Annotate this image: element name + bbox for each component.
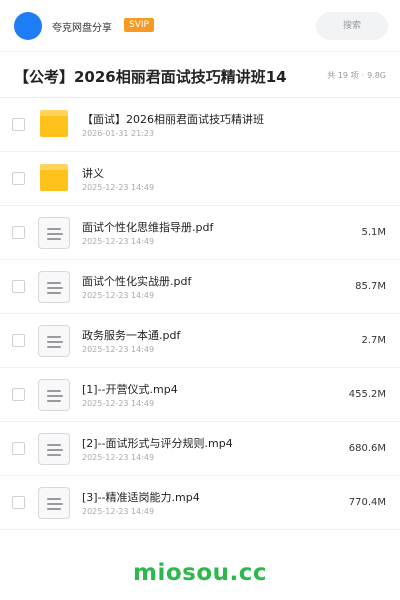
list-item[interactable]: 讲义 2025-12-23 14:49 — [0, 152, 400, 206]
document-icon — [38, 325, 70, 357]
file-name: 面试个性化实战册.pdf — [82, 275, 192, 288]
file-date: 2025-12-23 14:49 — [82, 237, 155, 246]
file-list: 【面试】2026相丽君面试技巧精讲班 2026-01-31 21:23 讲义 2… — [0, 98, 400, 530]
search-input[interactable]: 搜索 — [316, 12, 388, 40]
file-name: 面试个性化思维指导册.pdf — [82, 221, 214, 234]
brand-text: 夸克网盘分享 — [52, 23, 112, 34]
total-size: 9.8G — [367, 71, 386, 80]
meta-separator: · — [361, 71, 365, 80]
checkbox[interactable] — [12, 334, 25, 347]
checkbox[interactable] — [12, 118, 25, 131]
file-size: 680.6M — [348, 443, 386, 454]
document-icon — [38, 433, 70, 465]
file-date: 2025-12-23 14:49 — [82, 507, 155, 516]
list-item[interactable]: [2]--面试形式与评分规则.mp4 2025-12-23 14:49 680.… — [0, 422, 400, 476]
document-icon — [38, 217, 70, 249]
document-icon — [38, 271, 70, 303]
list-item[interactable]: 面试个性化实战册.pdf 2025-12-23 14:49 85.7M — [0, 260, 400, 314]
item-count: 共 19 项 — [327, 71, 359, 80]
file-name: 政务服务一本通.pdf — [82, 329, 181, 342]
list-item[interactable]: 政务服务一本通.pdf 2025-12-23 14:49 2.7M — [0, 314, 400, 368]
file-size: 2.7M — [361, 335, 386, 346]
file-date: 2025-12-23 14:49 — [82, 453, 155, 462]
file-size: 5.1M — [361, 227, 386, 238]
file-name: [3]--精准适岗能力.mp4 — [82, 491, 200, 504]
document-icon — [38, 379, 70, 411]
file-name: 讲义 — [82, 167, 104, 180]
list-item[interactable]: [1]--开营仪式.mp4 2025-12-23 14:49 455.2M — [0, 368, 400, 422]
file-size: 455.2M — [348, 389, 386, 400]
file-name: [1]--开营仪式.mp4 — [82, 383, 178, 396]
list-item[interactable]: [3]--精准适岗能力.mp4 2025-12-23 14:49 770.4M — [0, 476, 400, 530]
page-title: 【公考】2026相丽君面试技巧精讲班14 — [14, 68, 287, 86]
folder-icon — [38, 163, 70, 195]
watermark: miosou.cc — [132, 560, 268, 586]
checkbox[interactable] — [12, 226, 25, 239]
document-icon — [38, 487, 70, 519]
list-item[interactable]: 面试个性化思维指导册.pdf 2025-12-23 14:49 5.1M — [0, 206, 400, 260]
svip-badge[interactable]: SVIP — [124, 18, 154, 32]
checkbox[interactable] — [12, 496, 25, 509]
folder-icon — [38, 109, 70, 141]
file-name: 【面试】2026相丽君面试技巧精讲班 — [82, 113, 264, 126]
file-size: 85.7M — [355, 281, 386, 292]
folder-title-bar: 【公考】2026相丽君面试技巧精讲班14 共 19 项 · 9.8G — [0, 52, 400, 98]
checkbox[interactable] — [12, 442, 25, 455]
file-date: 2025-12-23 14:49 — [82, 399, 155, 408]
file-name: [2]--面试形式与评分规则.mp4 — [82, 437, 233, 450]
list-item[interactable]: 【面试】2026相丽君面试技巧精讲班 2026-01-31 21:23 — [0, 98, 400, 152]
avatar[interactable] — [14, 12, 42, 40]
file-date: 2025-12-23 14:49 — [82, 345, 155, 354]
checkbox[interactable] — [12, 388, 25, 401]
file-date: 2025-12-23 14:49 — [82, 183, 155, 192]
checkbox[interactable] — [12, 172, 25, 185]
folder-meta: 共 19 项 · 9.8G — [327, 70, 386, 81]
file-size: 770.4M — [348, 497, 386, 508]
top-header: 夸克网盘分享 SVIP 搜索 — [0, 0, 400, 52]
checkbox[interactable] — [12, 280, 25, 293]
file-date: 2026-01-31 21:23 — [82, 129, 155, 138]
file-date: 2025-12-23 14:49 — [82, 291, 155, 300]
